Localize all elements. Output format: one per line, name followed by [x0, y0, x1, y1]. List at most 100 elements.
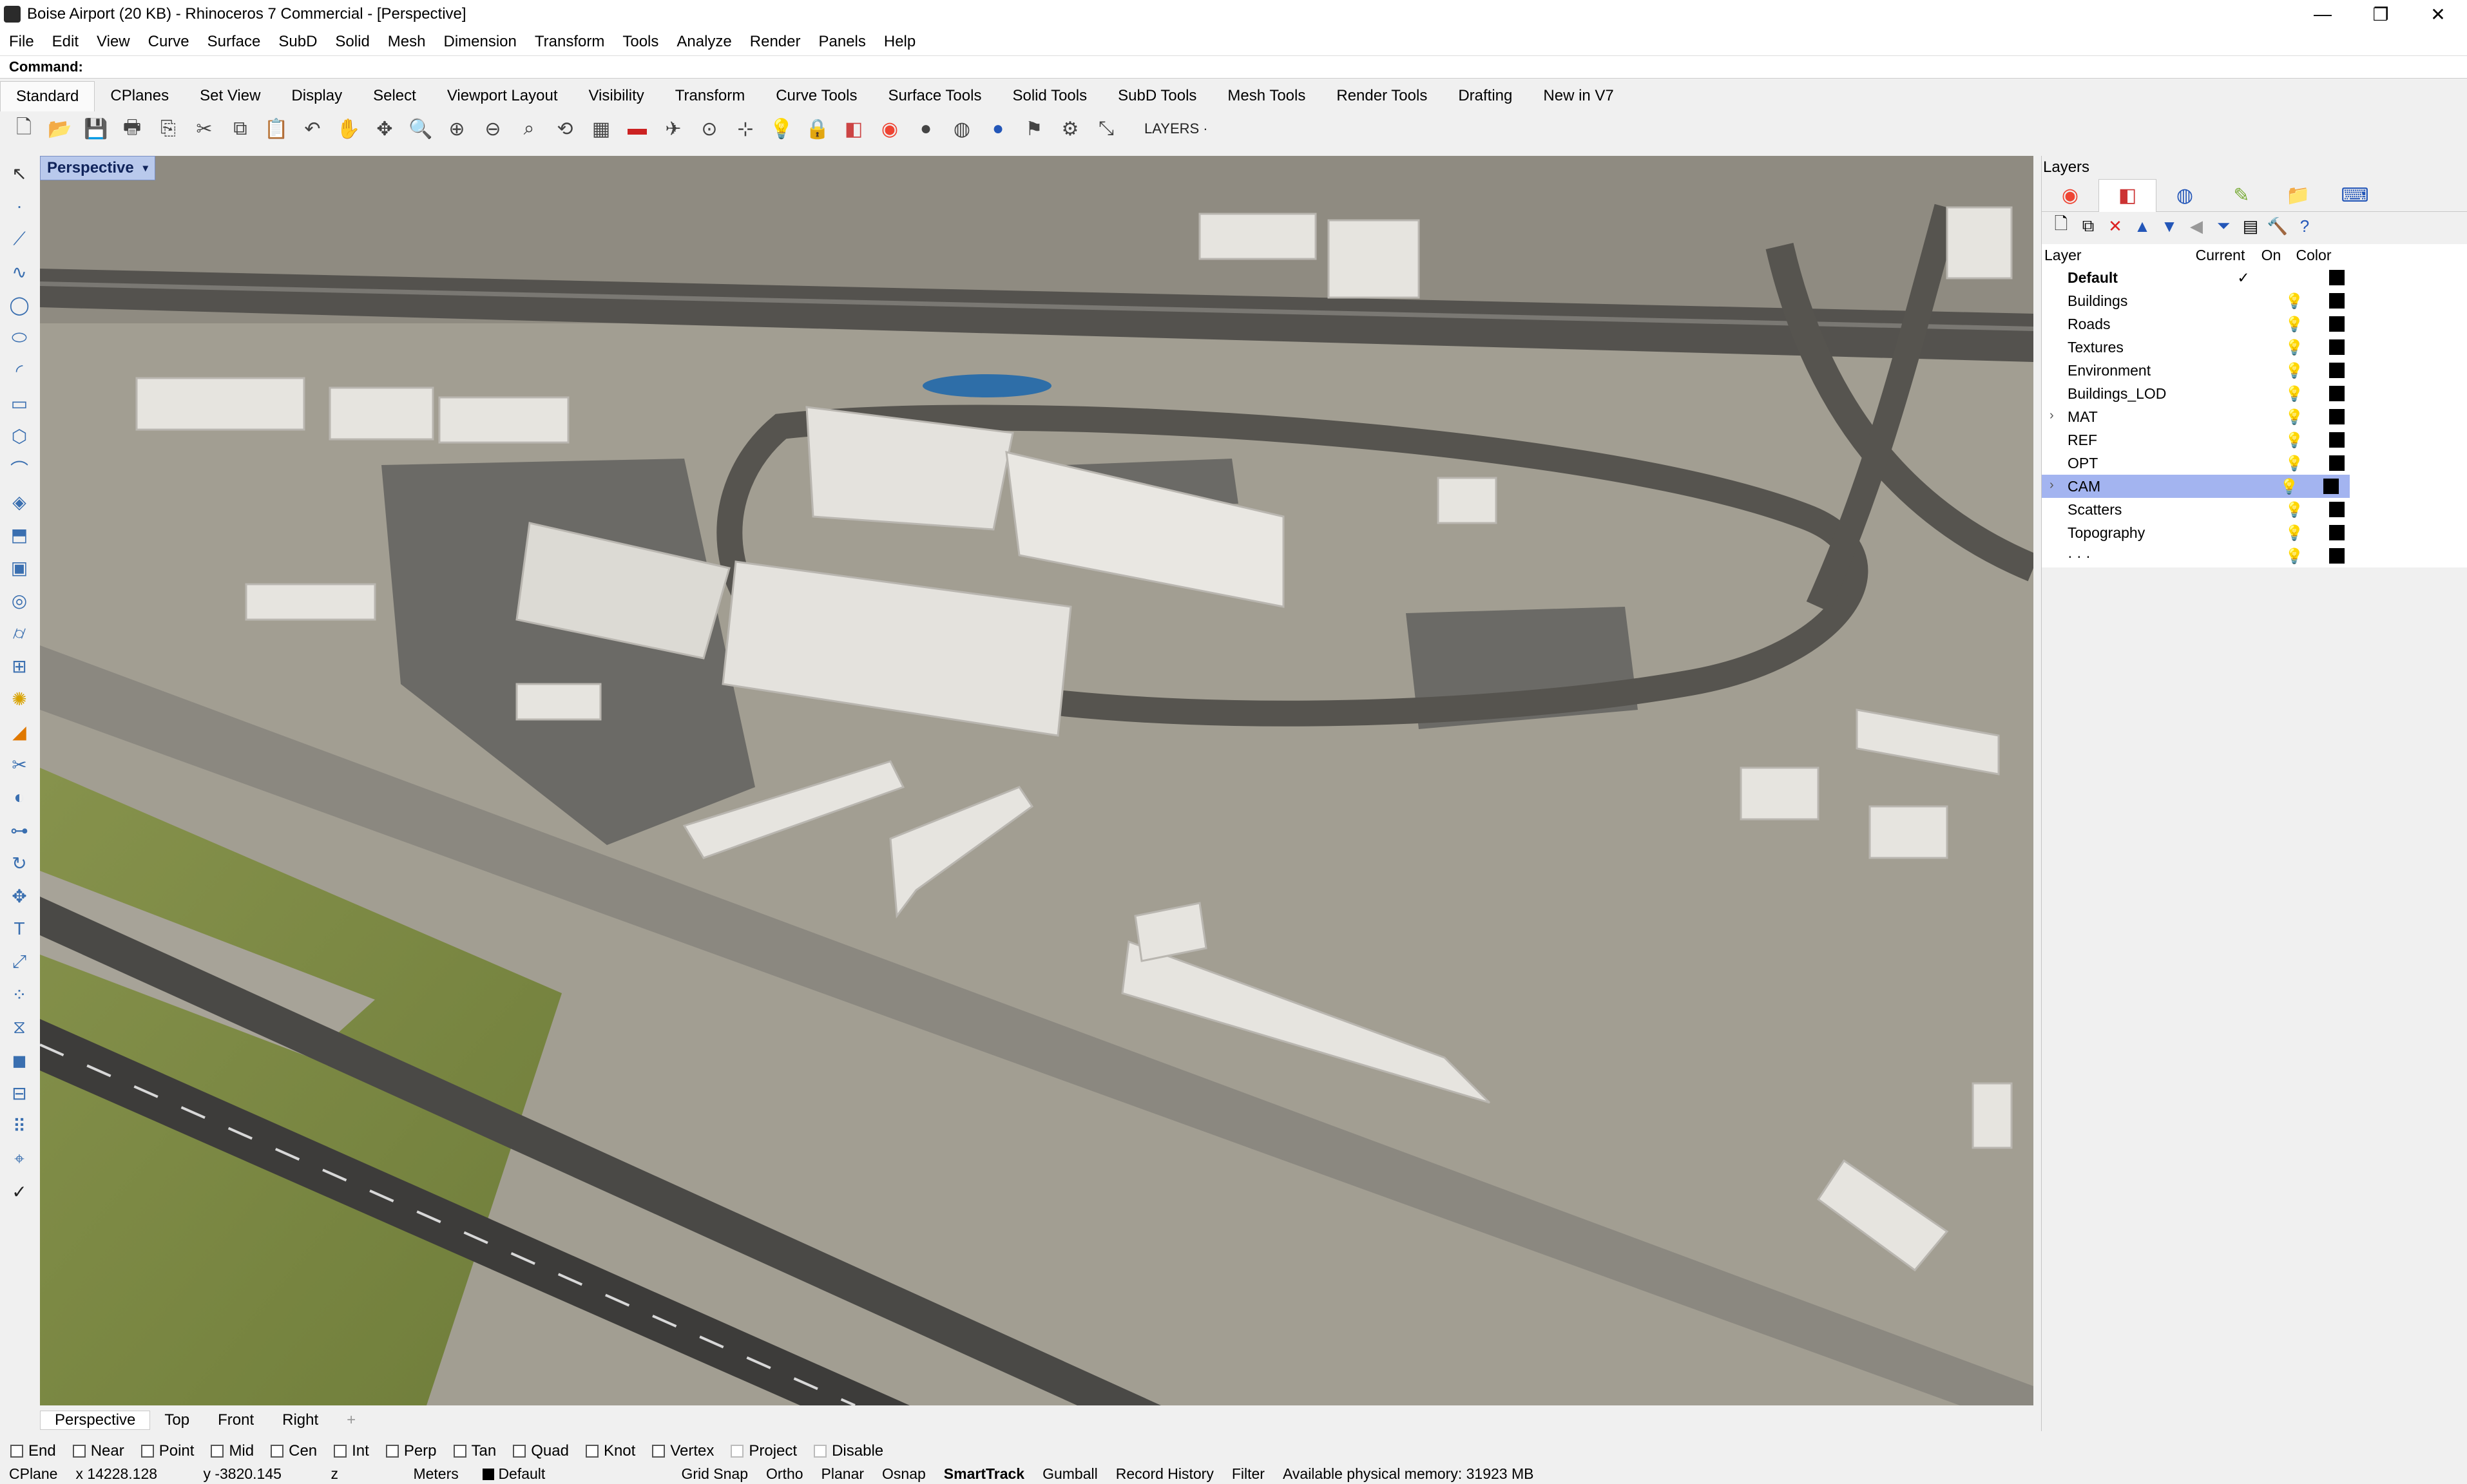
tab-visibility[interactable]: Visibility: [573, 81, 659, 111]
light-bulb-icon[interactable]: 💡: [2271, 316, 2318, 333]
text-icon[interactable]: T: [5, 915, 34, 943]
move-down-icon[interactable]: ▼: [2159, 216, 2180, 236]
osnap-int[interactable]: Int: [334, 1442, 369, 1460]
box-icon[interactable]: ▣: [5, 553, 34, 582]
import-icon[interactable]: ⎘: [155, 115, 182, 142]
layer-row-textures[interactable]: Textures 💡: [2042, 336, 2467, 359]
light-bulb-icon[interactable]: 💡: [2271, 524, 2318, 542]
select-arrow-icon[interactable]: ↖: [5, 159, 34, 187]
pan-hand-icon[interactable]: ✋: [335, 115, 362, 142]
status-grid-snap[interactable]: Grid Snap: [672, 1465, 757, 1483]
checkbox-icon[interactable]: [731, 1445, 744, 1458]
snap-icon[interactable]: ⊹: [732, 115, 759, 142]
osnap-near[interactable]: Near: [72, 1442, 124, 1460]
checkbox-icon[interactable]: [334, 1445, 347, 1458]
add-viewport-tab-icon[interactable]: +: [332, 1411, 370, 1429]
menu-solid[interactable]: Solid: [326, 33, 378, 51]
menu-tools[interactable]: Tools: [613, 33, 667, 51]
undo-icon[interactable]: ↶: [299, 115, 326, 142]
menu-panels[interactable]: Panels: [809, 33, 874, 51]
new-sublayer-icon[interactable]: ⧉: [2078, 216, 2098, 236]
shaded-sphere-icon[interactable]: ●: [912, 115, 939, 142]
layer-row-default[interactable]: Default ✓: [2042, 266, 2467, 289]
light-bulb-icon[interactable]: 💡: [2271, 385, 2318, 403]
maximize-button[interactable]: ❐: [2352, 0, 2410, 28]
check-icon[interactable]: ✓: [5, 1177, 34, 1206]
viewport-tab-perspective[interactable]: Perspective: [40, 1411, 151, 1430]
tab-drafting[interactable]: Drafting: [1443, 81, 1528, 111]
osnap-tan[interactable]: Tan: [453, 1442, 496, 1460]
checkbox-icon[interactable]: [814, 1445, 827, 1458]
layer-color-swatch[interactable]: [2329, 525, 2345, 540]
tab-display[interactable]: Display: [276, 81, 358, 111]
car-icon[interactable]: ▬: [624, 115, 651, 142]
column-on[interactable]: On: [2248, 247, 2294, 264]
layer-row-topography[interactable]: Topography 💡: [2042, 521, 2467, 544]
menu-dimension[interactable]: Dimension: [434, 33, 525, 51]
layer-name[interactable]: Environment: [2042, 362, 2216, 379]
extrude-icon[interactable]: ⬒: [5, 520, 34, 549]
plane-icon[interactable]: ✈: [660, 115, 687, 142]
trim-icon[interactable]: ✂: [5, 750, 34, 779]
layer-color-swatch[interactable]: [2329, 316, 2345, 332]
materials-brush-icon[interactable]: ✎: [2213, 179, 2270, 211]
layer-color-swatch[interactable]: [2329, 293, 2345, 309]
zoom-window-icon[interactable]: ⊕: [443, 115, 470, 142]
fillet-icon[interactable]: ⌒: [5, 455, 34, 483]
rotate-icon[interactable]: ↻: [5, 849, 34, 877]
spotlight-icon[interactable]: ⚑: [1021, 115, 1048, 142]
light-bulb-icon[interactable]: 💡: [2271, 432, 2318, 449]
render-tab-icon[interactable]: ◍: [2156, 179, 2213, 211]
tab-solid-tools[interactable]: Solid Tools: [997, 81, 1102, 111]
osnap-vertex[interactable]: Vertex: [652, 1442, 714, 1460]
tab-curve-tools[interactable]: Curve Tools: [760, 81, 872, 111]
libraries-folder-icon[interactable]: 📁: [2270, 179, 2327, 211]
menu-subd[interactable]: SubD: [269, 33, 326, 51]
tab-render-tools[interactable]: Render Tools: [1321, 81, 1443, 111]
mirror-icon[interactable]: ⧖: [5, 1013, 34, 1042]
osnap-disable[interactable]: Disable: [814, 1442, 883, 1460]
layer-name[interactable]: Topography: [2042, 524, 2216, 542]
column-layer[interactable]: Layer: [2042, 247, 2193, 264]
rendered-sphere-icon[interactable]: ◍: [948, 115, 975, 142]
light-bulb-icon[interactable]: 💡: [2271, 501, 2318, 518]
light-bulb-icon[interactable]: 💡: [768, 115, 795, 142]
layer-icon[interactable]: ◧: [840, 115, 867, 142]
layer-color-swatch[interactable]: [2329, 409, 2345, 424]
layer-row-ref[interactable]: REF 💡: [2042, 428, 2467, 452]
layer-name[interactable]: Default: [2042, 269, 2216, 287]
status-ortho[interactable]: Ortho: [757, 1465, 812, 1483]
checkbox-icon[interactable]: [513, 1445, 526, 1458]
checkbox-icon[interactable]: [140, 1445, 154, 1458]
light-bulb-icon[interactable]: 💡: [2271, 408, 2318, 426]
checkbox-icon[interactable]: [211, 1445, 224, 1458]
layer-color-swatch[interactable]: [2329, 386, 2345, 401]
menu-mesh[interactable]: Mesh: [379, 33, 435, 51]
minimize-button[interactable]: —: [2294, 0, 2352, 28]
layer-name[interactable]: Roads: [2042, 316, 2216, 333]
four-viewports-icon[interactable]: ▦: [588, 115, 615, 142]
layer-row-scatters[interactable]: Scatters 💡: [2042, 498, 2467, 521]
layer-name[interactable]: Scatters: [2042, 501, 2216, 518]
zoom-extents-icon[interactable]: ⊖: [479, 115, 506, 142]
dimension-tool-icon[interactable]: ◢: [5, 718, 34, 746]
tools-icon[interactable]: 🔨: [2267, 216, 2288, 236]
layer-color-swatch[interactable]: [2329, 548, 2345, 564]
layer-name[interactable]: CAM: [2068, 478, 2100, 495]
point-icon[interactable]: ·: [5, 192, 34, 220]
new-layer-icon[interactable]: 🗋: [2051, 214, 2071, 236]
tab-mesh-tools[interactable]: Mesh Tools: [1212, 81, 1321, 111]
gear-icon[interactable]: ⚙: [1057, 115, 1084, 142]
menu-render[interactable]: Render: [741, 33, 810, 51]
status-record-history[interactable]: Record History: [1107, 1465, 1223, 1483]
layer-name[interactable]: REF: [2042, 432, 2216, 449]
viewport-tab-front[interactable]: Front: [204, 1411, 268, 1429]
status-osnap[interactable]: Osnap: [873, 1465, 935, 1483]
surface-icon[interactable]: ◈: [5, 488, 34, 516]
dots-grid-icon[interactable]: ⠿: [5, 1112, 34, 1140]
mesh-icon[interactable]: ⊞: [5, 652, 34, 680]
layer-name[interactable]: Buildings: [2042, 292, 2216, 310]
grid-icon[interactable]: ⊟: [5, 1079, 34, 1107]
current-check-icon[interactable]: ✓: [2216, 269, 2271, 287]
layer-color-swatch[interactable]: [2329, 432, 2345, 448]
